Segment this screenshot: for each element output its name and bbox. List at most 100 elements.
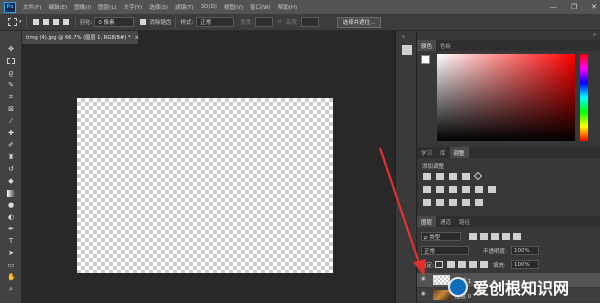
selective-color-icon[interactable] (475, 199, 483, 206)
crop-tool-icon[interactable]: ⌗ (7, 94, 15, 101)
frame-tool-icon[interactable]: ⊠ (7, 106, 15, 113)
menu-image[interactable]: 图像(I) (74, 3, 91, 11)
menu-type[interactable]: 文字(Y) (124, 3, 143, 11)
fill-input[interactable]: 100% (511, 260, 539, 269)
blend-mode-select[interactable]: 正常 (421, 246, 469, 255)
lock-artboard-icon[interactable] (469, 261, 477, 268)
color-picker-field[interactable] (437, 54, 575, 141)
hue-saturation-icon[interactable] (423, 186, 431, 193)
tab-layers[interactable]: 图层 (417, 216, 437, 227)
lock-image-icon[interactable] (447, 261, 455, 268)
tab-swatches[interactable]: 色板 (436, 40, 455, 51)
menu-help[interactable]: 帮助(H) (278, 3, 297, 11)
filter-type-icon[interactable] (491, 233, 499, 240)
feather-input[interactable]: 0 像素 (94, 17, 135, 27)
lock-transparent-icon[interactable] (435, 261, 443, 268)
color-balance-icon[interactable] (436, 186, 444, 193)
document-tab[interactable]: timg (4).jpg @ 66.7% (图层 1, RGB/8#) * × (22, 31, 139, 44)
opacity-input[interactable]: 100% (511, 246, 539, 255)
chevron-down-icon[interactable]: ▾ (19, 19, 22, 25)
visibility-eye-icon[interactable]: ◉ (421, 276, 426, 282)
brightness-contrast-icon[interactable] (423, 173, 431, 180)
history-brush-tool-icon[interactable]: ↺ (7, 166, 15, 173)
hand-tool-icon[interactable]: ✋ (7, 274, 16, 281)
height-label: 高度: (285, 20, 299, 26)
vibrance-icon[interactable] (473, 171, 483, 181)
history-icon[interactable] (402, 45, 412, 55)
gradient-map-icon[interactable] (462, 199, 470, 206)
move-tool-icon[interactable]: ✥ (7, 46, 15, 53)
dodge-tool-icon[interactable]: ◐ (7, 214, 15, 221)
lock-all-icon[interactable] (480, 261, 488, 268)
menu-select[interactable]: 选择(S) (149, 3, 168, 11)
style-select[interactable]: 正常 (196, 17, 235, 27)
eyedropper-tool-icon[interactable]: ⁄ (7, 118, 15, 125)
photo-filter-icon[interactable] (462, 186, 470, 193)
threshold-icon[interactable] (449, 199, 457, 206)
visibility-eye-icon[interactable]: ◉ (421, 291, 426, 297)
menu-window[interactable]: 窗口(W) (250, 3, 271, 11)
collapse-arrows-icon[interactable]: » (593, 32, 596, 38)
tab-paths[interactable]: 路径 (455, 216, 474, 227)
new-selection-icon[interactable] (32, 19, 39, 25)
gradient-tool-icon[interactable] (7, 190, 15, 197)
blur-tool-icon[interactable]: ● (7, 202, 15, 209)
pen-tool-icon[interactable]: ✒ (7, 226, 15, 233)
filter-adjustment-icon[interactable] (480, 233, 488, 240)
subtract-selection-icon[interactable] (52, 19, 59, 25)
layer-kind-filter[interactable]: ρ 类型 (421, 232, 461, 241)
tab-learn[interactable]: 学习 (417, 147, 436, 158)
menu-3d[interactable]: 3D(D) (201, 4, 217, 10)
invert-icon[interactable] (423, 199, 431, 206)
filter-shape-icon[interactable] (502, 233, 510, 240)
hue-slider[interactable] (580, 54, 588, 141)
foreground-color-swatch[interactable] (421, 55, 430, 64)
right-panels: » 颜色 色板 学习 库 调整 添加调整 图层 通道 路径 ρ 类型 正常 不透… (417, 31, 600, 303)
tab-libraries[interactable]: 库 (436, 147, 450, 158)
intersect-selection-icon[interactable] (62, 19, 69, 25)
clone-stamp-tool-icon[interactable]: ♜ (7, 154, 15, 161)
color-lookup-icon[interactable] (488, 186, 496, 193)
marquee-tool-preset-icon[interactable] (8, 18, 17, 26)
path-selection-tool-icon[interactable]: ➤ (7, 250, 15, 257)
menu-file[interactable]: 文件(F) (23, 3, 41, 11)
close-icon[interactable]: × (135, 35, 139, 41)
levels-icon[interactable] (436, 173, 444, 180)
menu-view[interactable]: 视图(V) (224, 3, 243, 11)
collapse-arrows-icon[interactable]: « (402, 34, 405, 40)
exposure-icon[interactable] (462, 173, 470, 180)
zoom-tool-icon[interactable]: ⌕ (7, 286, 15, 293)
tab-channels[interactable]: 通道 (436, 216, 455, 227)
tab-adjustments[interactable]: 调整 (449, 147, 469, 158)
posterize-icon[interactable] (436, 199, 444, 206)
swap-icon[interactable]: ⇄ (277, 19, 282, 25)
eraser-tool-icon[interactable]: ◆ (7, 178, 15, 185)
menu-filter[interactable]: 滤镜(T) (175, 3, 194, 11)
height-input[interactable] (300, 17, 319, 27)
type-tool-icon[interactable]: T (7, 238, 15, 245)
canvas-area[interactable] (22, 44, 395, 303)
curves-icon[interactable] (449, 173, 457, 180)
quick-selection-tool-icon[interactable]: ✎ (7, 82, 15, 89)
lock-position-icon[interactable] (458, 261, 466, 268)
close-icon[interactable]: ✕ (591, 3, 597, 11)
menu-edit[interactable]: 编辑(E) (48, 3, 67, 11)
add-selection-icon[interactable] (42, 19, 49, 25)
channel-mixer-icon[interactable] (475, 186, 483, 193)
filter-smart-object-icon[interactable] (513, 233, 521, 240)
minimize-icon[interactable]: — (550, 3, 557, 11)
select-and-mask-button[interactable]: 选择并遮住... (336, 16, 382, 28)
filter-pixel-icon[interactable] (469, 233, 477, 240)
healing-brush-tool-icon[interactable]: ✚ (7, 130, 15, 137)
lasso-tool-icon[interactable]: ϱ (7, 70, 15, 77)
tab-color[interactable]: 颜色 (417, 40, 437, 51)
rectangle-tool-icon[interactable]: ▭ (7, 262, 15, 269)
rectangular-marquee-tool-icon[interactable] (7, 58, 15, 64)
antialias-checkbox[interactable] (140, 19, 147, 25)
restore-icon[interactable]: ❐ (571, 3, 577, 11)
transparent-canvas[interactable] (77, 98, 333, 273)
width-input[interactable] (255, 17, 274, 27)
menu-layer[interactable]: 图层(L) (98, 3, 116, 11)
black-white-icon[interactable] (449, 186, 457, 193)
brush-tool-icon[interactable]: ✐ (7, 142, 15, 149)
